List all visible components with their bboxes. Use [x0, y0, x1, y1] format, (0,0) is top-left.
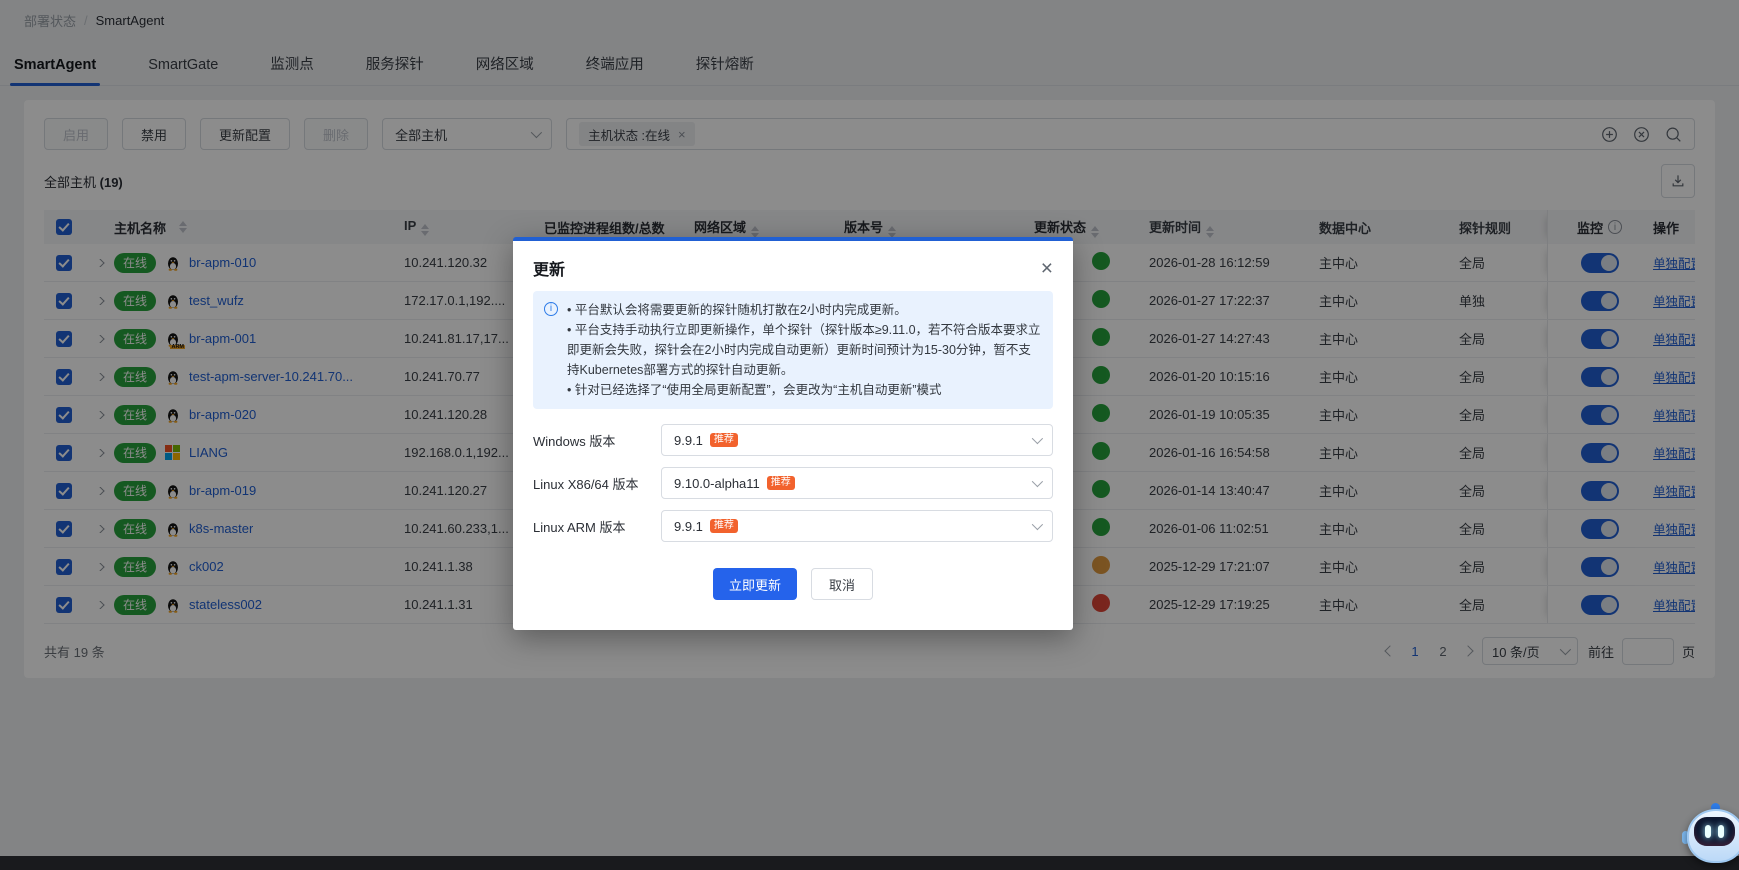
modal-actions: 立即更新 取消 [533, 568, 1053, 600]
modal-header: 更新 × [533, 241, 1053, 291]
version-field-label: Linux ARM 版本 [533, 517, 661, 536]
close-icon[interactable]: × [1041, 258, 1053, 279]
info-circle-icon: i [544, 302, 558, 316]
recommended-badge: 推荐 [710, 519, 738, 533]
notice-item: 针对已经选择了“使用全局更新配置”，会更改为“主机自动更新”模式 [567, 380, 1041, 400]
version-form: Windows 版本 9.9.1 推荐 Linux X86/64 版本 9.10… [533, 424, 1053, 542]
cancel-button[interactable]: 取消 [811, 568, 873, 600]
modal-title: 更新 [533, 256, 565, 280]
assistant-robot-icon[interactable] [1685, 807, 1739, 865]
chevron-down-icon [1032, 433, 1043, 444]
notice-list: 平台默认会将需要更新的探针随机打散在2小时内完成更新。平台支持手动执行立即更新操… [567, 300, 1041, 400]
version-value: 9.9.1 [674, 433, 703, 448]
update-modal: 更新 × i 平台默认会将需要更新的探针随机打散在2小时内完成更新。平台支持手动… [513, 237, 1073, 630]
version-field: Linux X86/64 版本 9.10.0-alpha11 推荐 [533, 467, 1053, 499]
version-select[interactable]: 9.10.0-alpha11 推荐 [661, 467, 1053, 499]
version-field: Linux ARM 版本 9.9.1 推荐 [533, 510, 1053, 542]
version-select[interactable]: 9.9.1 推荐 [661, 510, 1053, 542]
version-field-label: Linux X86/64 版本 [533, 474, 661, 493]
notice-item: 平台默认会将需要更新的探针随机打散在2小时内完成更新。 [567, 300, 1041, 320]
chevron-down-icon [1032, 476, 1043, 487]
recommended-badge: 推荐 [710, 433, 738, 447]
recommended-badge: 推荐 [767, 476, 795, 490]
version-field-label: Windows 版本 [533, 431, 661, 450]
modal-notice: i 平台默认会将需要更新的探针随机打散在2小时内完成更新。平台支持手动执行立即更… [533, 291, 1053, 409]
chevron-down-icon [1032, 519, 1043, 530]
version-select[interactable]: 9.9.1 推荐 [661, 424, 1053, 456]
version-value: 9.10.0-alpha11 [674, 476, 760, 491]
notice-item: 平台支持手动执行立即更新操作，单个探针（探针版本≥9.11.0，若不符合版本要求… [567, 320, 1041, 380]
version-field: Windows 版本 9.9.1 推荐 [533, 424, 1053, 456]
version-value: 9.9.1 [674, 519, 703, 534]
update-now-button[interactable]: 立即更新 [713, 568, 797, 600]
